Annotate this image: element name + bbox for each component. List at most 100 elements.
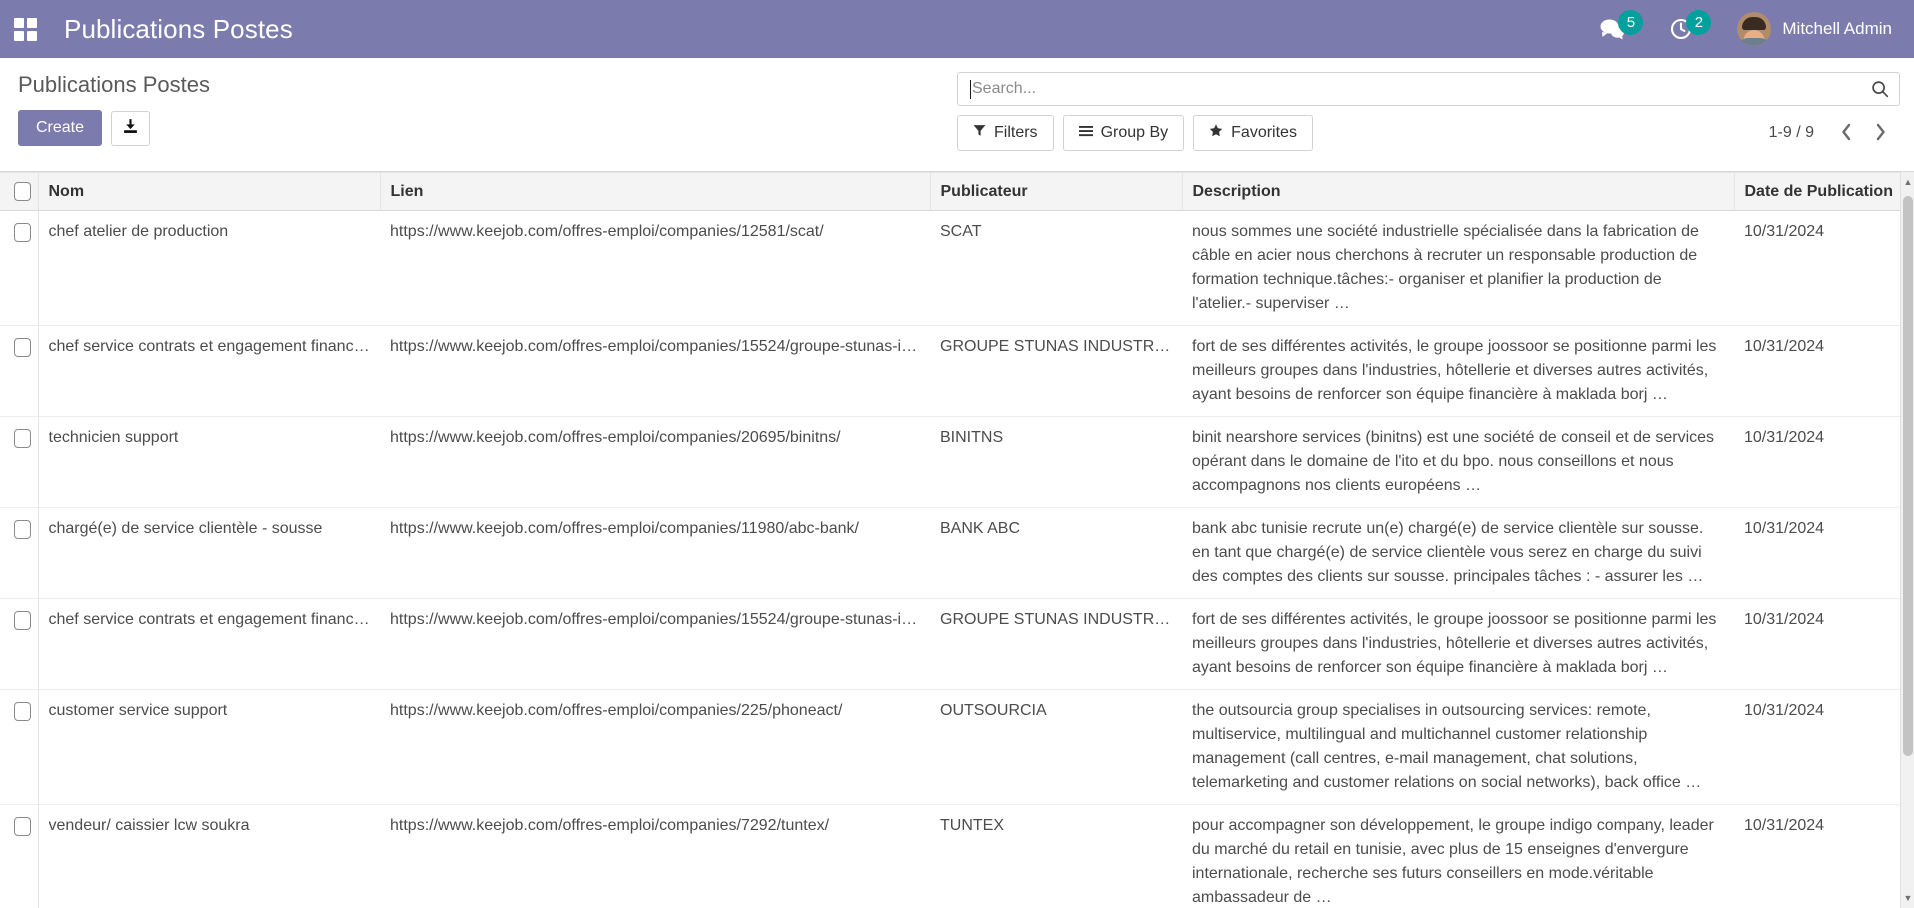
cell-date-text: 10/31/2024 [1744, 702, 1825, 719]
pager: 1-9 / 9 [1769, 119, 1900, 147]
table-row[interactable]: chargé(e) de service clientèle - sousse h… [0, 507, 1900, 599]
select-all-header[interactable] [0, 172, 39, 211]
cell-description-text: the outsourcia group specialises in outs… [1192, 702, 1702, 791]
pager-value[interactable]: 1-9 / 9 [1769, 124, 1814, 142]
filters-label: Filters [994, 124, 1038, 141]
table-row[interactable]: chef service contrats et engagement fina… [0, 598, 1900, 690]
export-button[interactable] [111, 110, 151, 146]
column-header-lien[interactable]: Lien [380, 172, 931, 211]
cell-lien-text: https://www.keejob.com/offres-emploi/com… [390, 702, 843, 719]
cell-lien: https://www.keejob.com/offres-emploi/com… [380, 598, 930, 690]
table-body: chef atelier de production https://www.ke… [0, 210, 1900, 908]
cell-publicateur: SCAT [930, 210, 1182, 326]
top-navbar: Publications Postes 5 2 Mitchell Admin [0, 0, 1914, 58]
row-checkbox[interactable] [14, 702, 31, 722]
row-checkbox[interactable] [14, 520, 31, 540]
vertical-scrollbar[interactable]: ▲ ▼ [1900, 172, 1914, 908]
messages-menu[interactable]: 5 [1599, 9, 1644, 46]
cell-nom-text: vendeur/ caissier lcw soukra [48, 817, 250, 834]
row-select-cell[interactable] [0, 598, 39, 690]
apps-grid-square [13, 17, 24, 28]
activities-menu[interactable]: 2 [1669, 9, 1712, 46]
search-icon[interactable] [1871, 80, 1889, 98]
navbar-brand[interactable]: Publications Postes [64, 14, 293, 45]
row-checkbox[interactable] [14, 429, 31, 449]
filters-button[interactable]: Filters [957, 115, 1054, 151]
column-header-publicateur[interactable]: Publicateur [930, 172, 1183, 211]
scrollbar-thumb[interactable] [1903, 196, 1913, 756]
column-header-description[interactable]: Description [1182, 172, 1735, 211]
apps-grid-square [13, 30, 24, 41]
cell-description-text: bank abc tunisie recrute un(e) chargé(e)… [1192, 520, 1704, 585]
cell-date-text: 10/31/2024 [1744, 338, 1825, 355]
cell-nom: chef service contrats et engagement fina… [38, 598, 380, 690]
row-select-cell[interactable] [0, 325, 39, 417]
cell-nom-text: chef service contrats et engagement fina… [48, 611, 371, 628]
table-row[interactable]: customer service support https://www.keej… [0, 689, 1900, 805]
cell-lien-text: https://www.keejob.com/offres-emploi/com… [390, 429, 841, 446]
cell-description-text: nous sommes une société industrielle spé… [1192, 223, 1699, 312]
create-button[interactable]: Create [18, 110, 103, 147]
group-by-button[interactable]: Group By [1062, 115, 1185, 151]
cell-lien-text: https://www.keejob.com/offres-emploi/com… [390, 223, 824, 240]
cell-publicateur: GROUPE STUNAS INDUSTRI… [930, 325, 1182, 417]
row-select-cell[interactable] [0, 507, 39, 599]
group-by-label: Group By [1100, 124, 1169, 141]
cell-lien: https://www.keejob.com/offres-emploi/com… [380, 416, 930, 508]
cell-date: 10/31/2024 [1734, 598, 1900, 690]
scroll-up-icon[interactable]: ▲ [1901, 174, 1914, 190]
row-select-cell[interactable] [0, 416, 39, 508]
filter-icon [973, 123, 986, 143]
row-select-cell[interactable] [0, 210, 39, 326]
row-checkbox[interactable] [14, 223, 31, 243]
table-row[interactable]: chef service contrats et engagement fina… [0, 325, 1900, 417]
favorites-button[interactable]: Favorites [1193, 115, 1313, 151]
cell-publicateur: TUNTEX [930, 804, 1182, 908]
pager-previous-button[interactable] [1832, 119, 1860, 147]
list-lines-icon [1078, 123, 1093, 143]
cell-description-text: fort de ses différentes activités, le gr… [1192, 338, 1717, 403]
search-caret [970, 79, 971, 99]
cell-publicateur: OUTSOURCIA [930, 689, 1182, 805]
column-header-date-de-publication[interactable]: Date de Publication [1734, 172, 1901, 211]
row-checkbox[interactable] [14, 611, 31, 631]
cell-nom-text: chef atelier de production [48, 223, 229, 240]
user-menu[interactable]: Mitchell Admin [1737, 12, 1892, 46]
cell-description-text: pour accompagner son développement, le g… [1192, 817, 1714, 906]
cell-date: 10/31/2024 [1734, 689, 1900, 805]
pager-next-button[interactable] [1866, 119, 1894, 147]
table-row[interactable]: vendeur/ caissier lcw soukra https://www.… [0, 804, 1900, 908]
cell-lien-text: https://www.keejob.com/offres-emploi/com… [390, 338, 918, 355]
star-icon [1209, 123, 1223, 143]
cell-date-text: 10/31/2024 [1744, 223, 1825, 240]
cell-nom: chargé(e) de service clientèle - sousse [38, 507, 380, 599]
row-select-cell[interactable] [0, 689, 39, 805]
cell-publicateur: BINITNS [930, 416, 1182, 508]
cell-nom: chef service contrats et engagement fina… [38, 325, 380, 417]
select-all-checkbox[interactable] [14, 182, 31, 201]
column-header-nom[interactable]: Nom [38, 172, 381, 211]
download-icon [122, 118, 139, 138]
chevron-right-icon [1874, 123, 1887, 144]
cell-publicateur-text: GROUPE STUNAS INDUSTRI… [940, 611, 1172, 628]
row-checkbox[interactable] [14, 817, 31, 837]
cell-nom-text: technicien support [48, 429, 179, 446]
cell-nom-text: chef service contrats et engagement fina… [48, 338, 371, 355]
search-input[interactable]: Search... [957, 72, 1900, 106]
apps-grid-icon[interactable] [12, 16, 38, 42]
cell-description: pour accompagner son développement, le g… [1182, 804, 1734, 908]
apps-grid-square [26, 30, 37, 41]
chevron-left-icon [1840, 123, 1853, 144]
scroll-down-icon[interactable]: ▼ [1901, 890, 1914, 906]
row-checkbox[interactable] [14, 338, 31, 358]
cell-publicateur: GROUPE STUNAS INDUSTRI… [930, 598, 1182, 690]
cell-description-text: fort de ses différentes activités, le gr… [1192, 611, 1717, 676]
cell-lien-text: https://www.keejob.com/offres-emploi/com… [390, 817, 830, 834]
table-row[interactable]: chef atelier de production https://www.ke… [0, 210, 1900, 326]
control-panel: Publications Postes Create Search... Fil… [0, 58, 1914, 172]
table-row[interactable]: technicien support https://www.keejob.com… [0, 416, 1900, 508]
cell-description-text: binit nearshore services (binitns) est u… [1192, 429, 1715, 494]
row-select-cell[interactable] [0, 804, 39, 908]
cell-nom: chef atelier de production [38, 210, 380, 326]
cell-date-text: 10/31/2024 [1744, 817, 1825, 834]
